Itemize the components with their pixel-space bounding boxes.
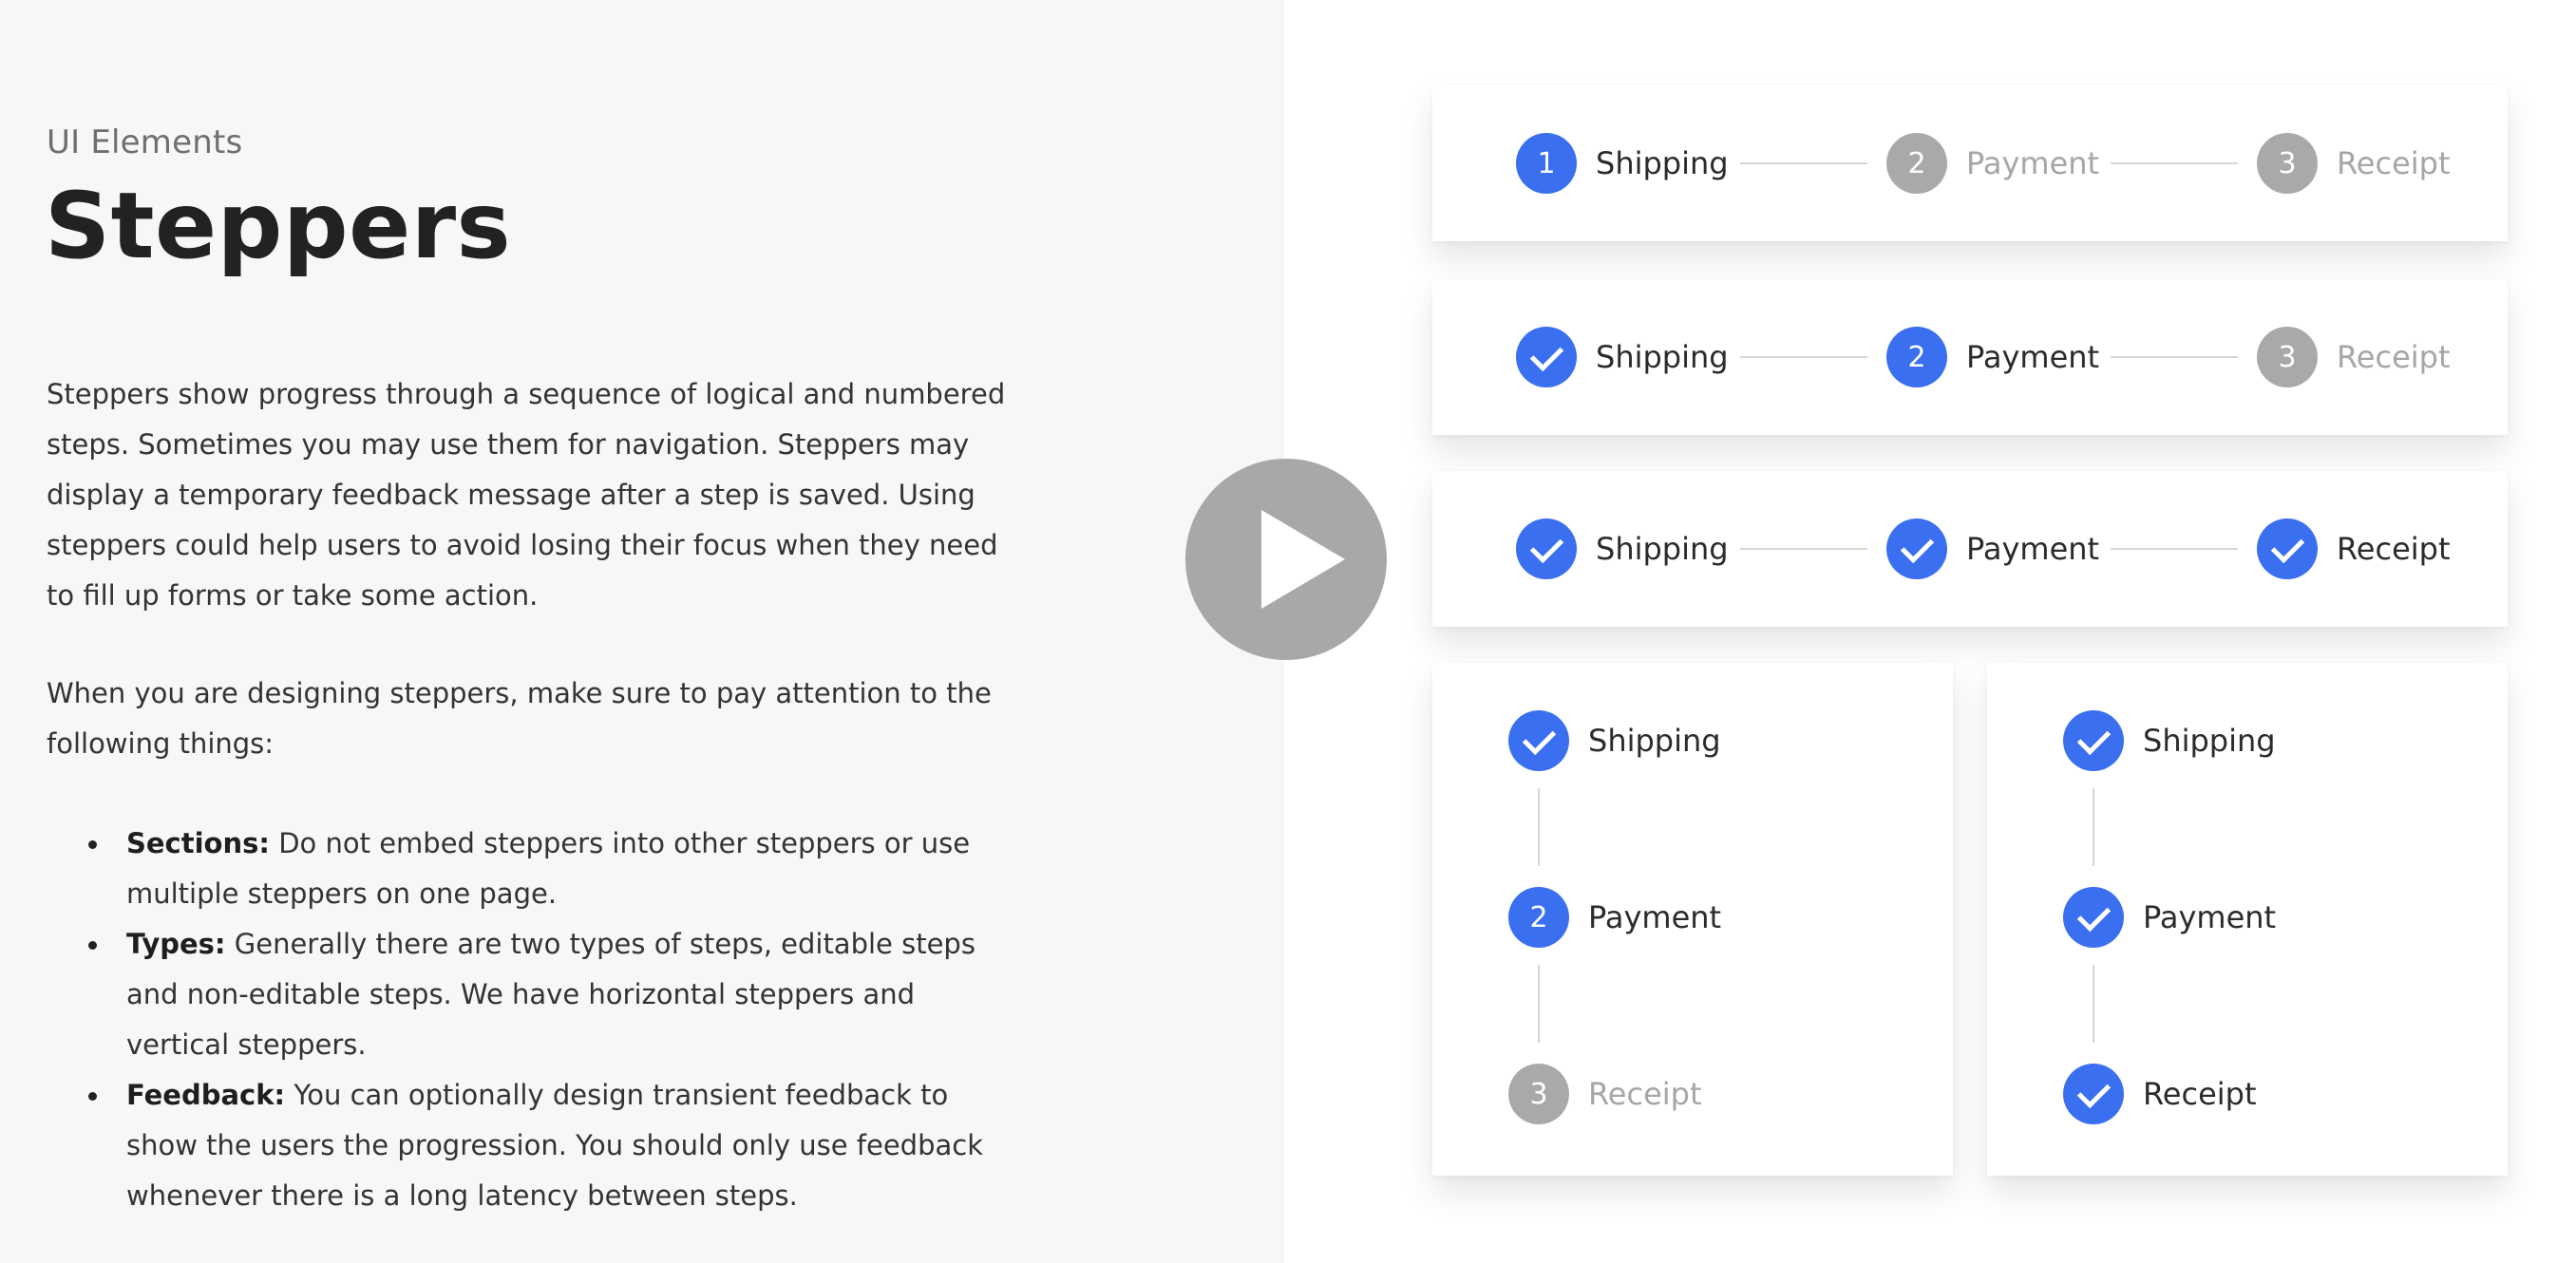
step-number: 3 [2278, 146, 2297, 180]
page-title: Steppers [45, 173, 512, 279]
step-connector [2093, 788, 2094, 866]
step-check-badge: 1 [1516, 518, 1577, 579]
bullet-icon [88, 840, 97, 849]
step-number: 1 [1537, 146, 1556, 180]
check-icon [1529, 529, 1563, 563]
step-label: Payment [1966, 145, 2100, 181]
check-icon [1522, 721, 1556, 755]
step-number: 2 [1529, 900, 1548, 934]
step-label: Receipt [1588, 1076, 1702, 1112]
step-check-badge: 3 [2257, 518, 2318, 579]
bullet-title: Types: [126, 928, 226, 960]
step-number: 2 [1907, 146, 1926, 180]
check-icon [2076, 897, 2111, 932]
step-number-badge: 2 [1886, 133, 1947, 194]
bullet-title: Feedback: [126, 1079, 286, 1111]
step-connector [1740, 548, 1867, 550]
check-icon [2076, 721, 2111, 755]
step-label: Payment [2143, 899, 2277, 935]
step-connector [1538, 965, 1540, 1043]
step-shipping[interactable]: 1 Shipping [1516, 327, 1729, 387]
check-icon [1529, 337, 1563, 371]
guidance-paragraph: When you are designing steppers, make su… [47, 677, 992, 760]
step-label: Shipping [2143, 723, 2276, 759]
step-label: Shipping [1596, 339, 1729, 375]
horizontal-stepper-2: 1 Shipping 2 Payment 3 Receipt [1432, 279, 2508, 435]
vertical-stepper-1: 1 Shipping 2 Payment 3 Receipt [1432, 663, 1953, 1176]
step-check-badge: 2 [1886, 518, 1947, 579]
horizontal-stepper-3: 1 Shipping 2 Payment 3 Receipt [1432, 471, 2508, 627]
step-number-badge: 3 [2257, 327, 2318, 387]
step-label: Payment [1966, 531, 2100, 567]
step-shipping[interactable]: 1 Shipping [1516, 133, 1729, 194]
step-connector [2111, 548, 2238, 550]
step-check-badge: 1 [2063, 710, 2124, 771]
step-shipping[interactable]: 1 Shipping [1508, 710, 1721, 771]
step-shipping[interactable]: 1 Shipping [1516, 518, 1729, 579]
step-number: 3 [2278, 340, 2297, 374]
step-number-badge: 2 [1886, 327, 1947, 387]
step-connector [2111, 162, 2238, 164]
step-label: Receipt [2337, 531, 2451, 567]
step-number-badge: 3 [1508, 1064, 1569, 1124]
step-check-badge: 3 [2063, 1064, 2124, 1124]
step-connector [2093, 965, 2094, 1043]
intro-paragraph: Steppers show progress through a sequenc… [47, 378, 1006, 612]
step-payment[interactable]: 2 Payment [1886, 133, 2099, 194]
play-icon [1261, 510, 1345, 609]
step-number-badge: 3 [2257, 133, 2318, 194]
guidance-list: Sections: Do not embed steppers into oth… [47, 819, 1025, 1221]
step-check-badge: 1 [1516, 327, 1577, 387]
step-connector [1740, 356, 1867, 358]
step-payment[interactable]: 2 Payment [1886, 518, 2099, 579]
horizontal-stepper-1: 1 Shipping 2 Payment 3 Receipt [1432, 85, 2508, 241]
step-number: 2 [1907, 340, 1926, 374]
step-label: Shipping [1596, 145, 1729, 181]
check-icon [2270, 529, 2304, 563]
step-payment[interactable]: 2 Payment [2063, 887, 2276, 948]
step-receipt[interactable]: 3 Receipt [2257, 327, 2451, 387]
step-payment[interactable]: 2 Payment [1508, 887, 1721, 948]
video-play-button[interactable] [1185, 459, 1387, 660]
step-label: Payment [1966, 339, 2100, 375]
check-icon [1900, 529, 1934, 563]
step-connector [1538, 788, 1540, 866]
section-eyebrow: UI Elements [47, 123, 243, 161]
step-label: Receipt [2143, 1076, 2257, 1112]
step-label: Shipping [1588, 723, 1721, 759]
vertical-stepper-2: 1 Shipping 2 Payment 3 Receipt [1987, 663, 2508, 1176]
bullet-icon [88, 1092, 97, 1101]
list-item: Types: Generally there are two types of … [47, 919, 1025, 1070]
step-check-badge: 2 [2063, 887, 2124, 948]
step-number: 3 [1529, 1077, 1548, 1111]
step-receipt[interactable]: 3 Receipt [2063, 1064, 2257, 1124]
step-label: Receipt [2337, 339, 2451, 375]
step-label: Receipt [2337, 145, 2451, 181]
bullet-text: Generally there are two types of steps, … [126, 928, 975, 1061]
step-label: Shipping [1596, 531, 1729, 567]
list-item: Feedback: You can optionally design tran… [47, 1070, 1025, 1221]
step-check-badge: 1 [1508, 710, 1569, 771]
bullet-icon [88, 941, 97, 950]
step-number-badge: 2 [1508, 887, 1569, 948]
step-receipt[interactable]: 3 Receipt [2257, 518, 2451, 579]
description-panel: UI Elements Steppers Steppers show progr… [0, 0, 1284, 1263]
step-connector [1740, 162, 1867, 164]
step-connector [2111, 356, 2238, 358]
list-item: Sections: Do not embed steppers into oth… [47, 819, 1025, 919]
step-payment[interactable]: 2 Payment [1886, 327, 2099, 387]
step-label: Payment [1588, 899, 1722, 935]
bullet-title: Sections: [126, 827, 270, 859]
step-receipt[interactable]: 3 Receipt [1508, 1064, 1702, 1124]
step-shipping[interactable]: 1 Shipping [2063, 710, 2276, 771]
step-number-badge: 1 [1516, 133, 1577, 194]
check-icon [2076, 1074, 2111, 1108]
step-receipt[interactable]: 3 Receipt [2257, 133, 2451, 194]
